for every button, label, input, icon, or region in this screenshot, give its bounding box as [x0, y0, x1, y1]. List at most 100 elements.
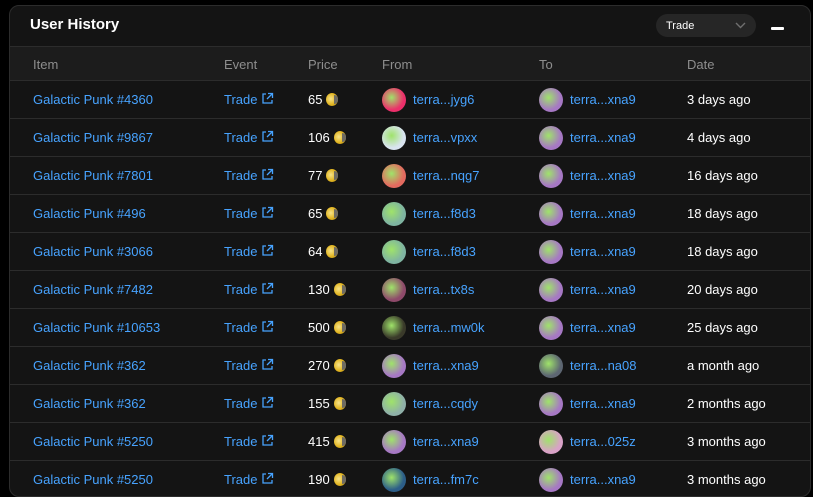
column-header-from[interactable]: From — [382, 57, 412, 72]
event-link[interactable]: Trade — [224, 320, 274, 336]
from-address-link[interactable]: terra...xna9 — [413, 434, 479, 449]
luna-coin-icon — [326, 169, 339, 182]
event-link[interactable]: Trade — [224, 168, 274, 184]
from-address-link[interactable]: terra...vpxx — [413, 130, 477, 145]
to-avatar — [539, 315, 563, 340]
table-row: Galactic Punk #9867 Trade 106 terra...vp… — [10, 119, 810, 157]
column-header-item[interactable]: Item — [33, 57, 58, 72]
table-row: Galactic Punk #362 Trade 270 terra...xna… — [10, 347, 810, 385]
to-address-link[interactable]: terra...xna9 — [570, 92, 636, 107]
event-link[interactable]: Trade — [224, 244, 274, 260]
luna-coin-icon — [333, 473, 346, 486]
event-link[interactable]: Trade — [224, 206, 274, 222]
table-row: Galactic Punk #10653 Trade 500 terra...m… — [10, 309, 810, 347]
to-address-link[interactable]: terra...025z — [570, 434, 636, 449]
panel-title: User History — [30, 16, 120, 33]
from-address-link[interactable]: terra...nqg7 — [413, 168, 480, 183]
from-avatar — [382, 87, 406, 112]
price-value: 65 — [308, 92, 323, 107]
item-link[interactable]: Galactic Punk #3066 — [33, 244, 153, 259]
to-address-link[interactable]: terra...xna9 — [570, 206, 636, 221]
from-address-link[interactable]: terra...tx8s — [413, 282, 474, 297]
date-value: 3 months ago — [687, 434, 766, 449]
to-address-link[interactable]: terra...xna9 — [570, 320, 636, 335]
to-avatar — [539, 201, 563, 226]
date-value: 18 days ago — [687, 244, 758, 259]
to-address-link[interactable]: terra...xna9 — [570, 130, 636, 145]
luna-coin-icon — [333, 321, 346, 334]
event-label: Trade — [224, 130, 258, 145]
filter-value: Trade — [666, 19, 695, 32]
item-link[interactable]: Galactic Punk #5250 — [33, 434, 153, 449]
item-link[interactable]: Galactic Punk #496 — [33, 206, 146, 221]
column-header-to[interactable]: To — [539, 57, 553, 72]
date-value: 3 months ago — [687, 472, 766, 487]
event-link[interactable]: Trade — [224, 396, 274, 412]
item-link[interactable]: Galactic Punk #10653 — [33, 320, 160, 335]
event-label: Trade — [224, 472, 258, 487]
to-avatar — [539, 163, 563, 188]
luna-coin-icon — [333, 435, 346, 448]
to-address-link[interactable]: terra...na08 — [570, 358, 637, 373]
to-address-link[interactable]: terra...xna9 — [570, 244, 636, 259]
from-avatar — [382, 163, 406, 188]
table-row: Galactic Punk #362 Trade 155 terra...cqd… — [10, 385, 810, 423]
event-link[interactable]: Trade — [224, 472, 274, 488]
from-address-link[interactable]: terra...mw0k — [413, 320, 485, 335]
external-link-icon — [257, 244, 274, 260]
date-value: 18 days ago — [687, 206, 758, 221]
item-link[interactable]: Galactic Punk #4360 — [33, 92, 153, 107]
from-avatar — [382, 353, 406, 378]
date-value: 16 days ago — [687, 168, 758, 183]
price-value: 500 — [308, 320, 330, 335]
from-avatar — [382, 391, 406, 416]
luna-coin-icon — [326, 207, 339, 220]
item-link[interactable]: Galactic Punk #362 — [33, 396, 146, 411]
item-link[interactable]: Galactic Punk #7801 — [33, 168, 153, 183]
item-link[interactable]: Galactic Punk #5250 — [33, 472, 153, 487]
event-link[interactable]: Trade — [224, 130, 274, 146]
column-header-price[interactable]: Price — [308, 57, 338, 72]
event-label: Trade — [224, 320, 258, 335]
table-row: Galactic Punk #3066 Trade 64 terra...f8d… — [10, 233, 810, 271]
table-row: Galactic Punk #5250 Trade 415 terra...xn… — [10, 423, 810, 461]
to-address-link[interactable]: terra...xna9 — [570, 472, 636, 487]
from-address-link[interactable]: terra...f8d3 — [413, 206, 476, 221]
column-header-event[interactable]: Event — [224, 57, 257, 72]
item-link[interactable]: Galactic Punk #7482 — [33, 282, 153, 297]
date-value: 4 days ago — [687, 130, 751, 145]
from-address-link[interactable]: terra...xna9 — [413, 358, 479, 373]
event-link[interactable]: Trade — [224, 358, 274, 374]
external-link-icon — [257, 168, 274, 184]
external-link-icon — [257, 206, 274, 222]
external-link-icon — [257, 92, 274, 108]
history-rows: Galactic Punk #4360 Trade 65 terra...jyg… — [10, 81, 810, 496]
from-address-link[interactable]: terra...jyg6 — [413, 92, 474, 107]
from-avatar — [382, 201, 406, 226]
table-row: Galactic Punk #7482 Trade 130 terra...tx… — [10, 271, 810, 309]
event-label: Trade — [224, 282, 258, 297]
table-row: Galactic Punk #4360 Trade 65 terra...jyg… — [10, 81, 810, 119]
price-value: 415 — [308, 434, 330, 449]
minimize-icon[interactable] — [770, 24, 786, 34]
event-link[interactable]: Trade — [224, 282, 274, 298]
to-address-link[interactable]: terra...xna9 — [570, 396, 636, 411]
event-filter-select[interactable]: Trade — [656, 14, 756, 37]
price-value: 77 — [308, 168, 323, 183]
event-link[interactable]: Trade — [224, 434, 274, 450]
from-avatar — [382, 315, 406, 340]
luna-coin-icon — [333, 131, 346, 144]
price-value: 64 — [308, 244, 323, 259]
from-address-link[interactable]: terra...cqdy — [413, 396, 478, 411]
to-avatar — [539, 429, 563, 454]
column-header-date[interactable]: Date — [687, 57, 714, 72]
from-address-link[interactable]: terra...f8d3 — [413, 244, 476, 259]
to-address-link[interactable]: terra...xna9 — [570, 168, 636, 183]
event-link[interactable]: Trade — [224, 92, 274, 108]
item-link[interactable]: Galactic Punk #362 — [33, 358, 146, 373]
event-label: Trade — [224, 358, 258, 373]
external-link-icon — [257, 472, 274, 488]
item-link[interactable]: Galactic Punk #9867 — [33, 130, 153, 145]
from-address-link[interactable]: terra...fm7c — [413, 472, 479, 487]
to-address-link[interactable]: terra...xna9 — [570, 282, 636, 297]
